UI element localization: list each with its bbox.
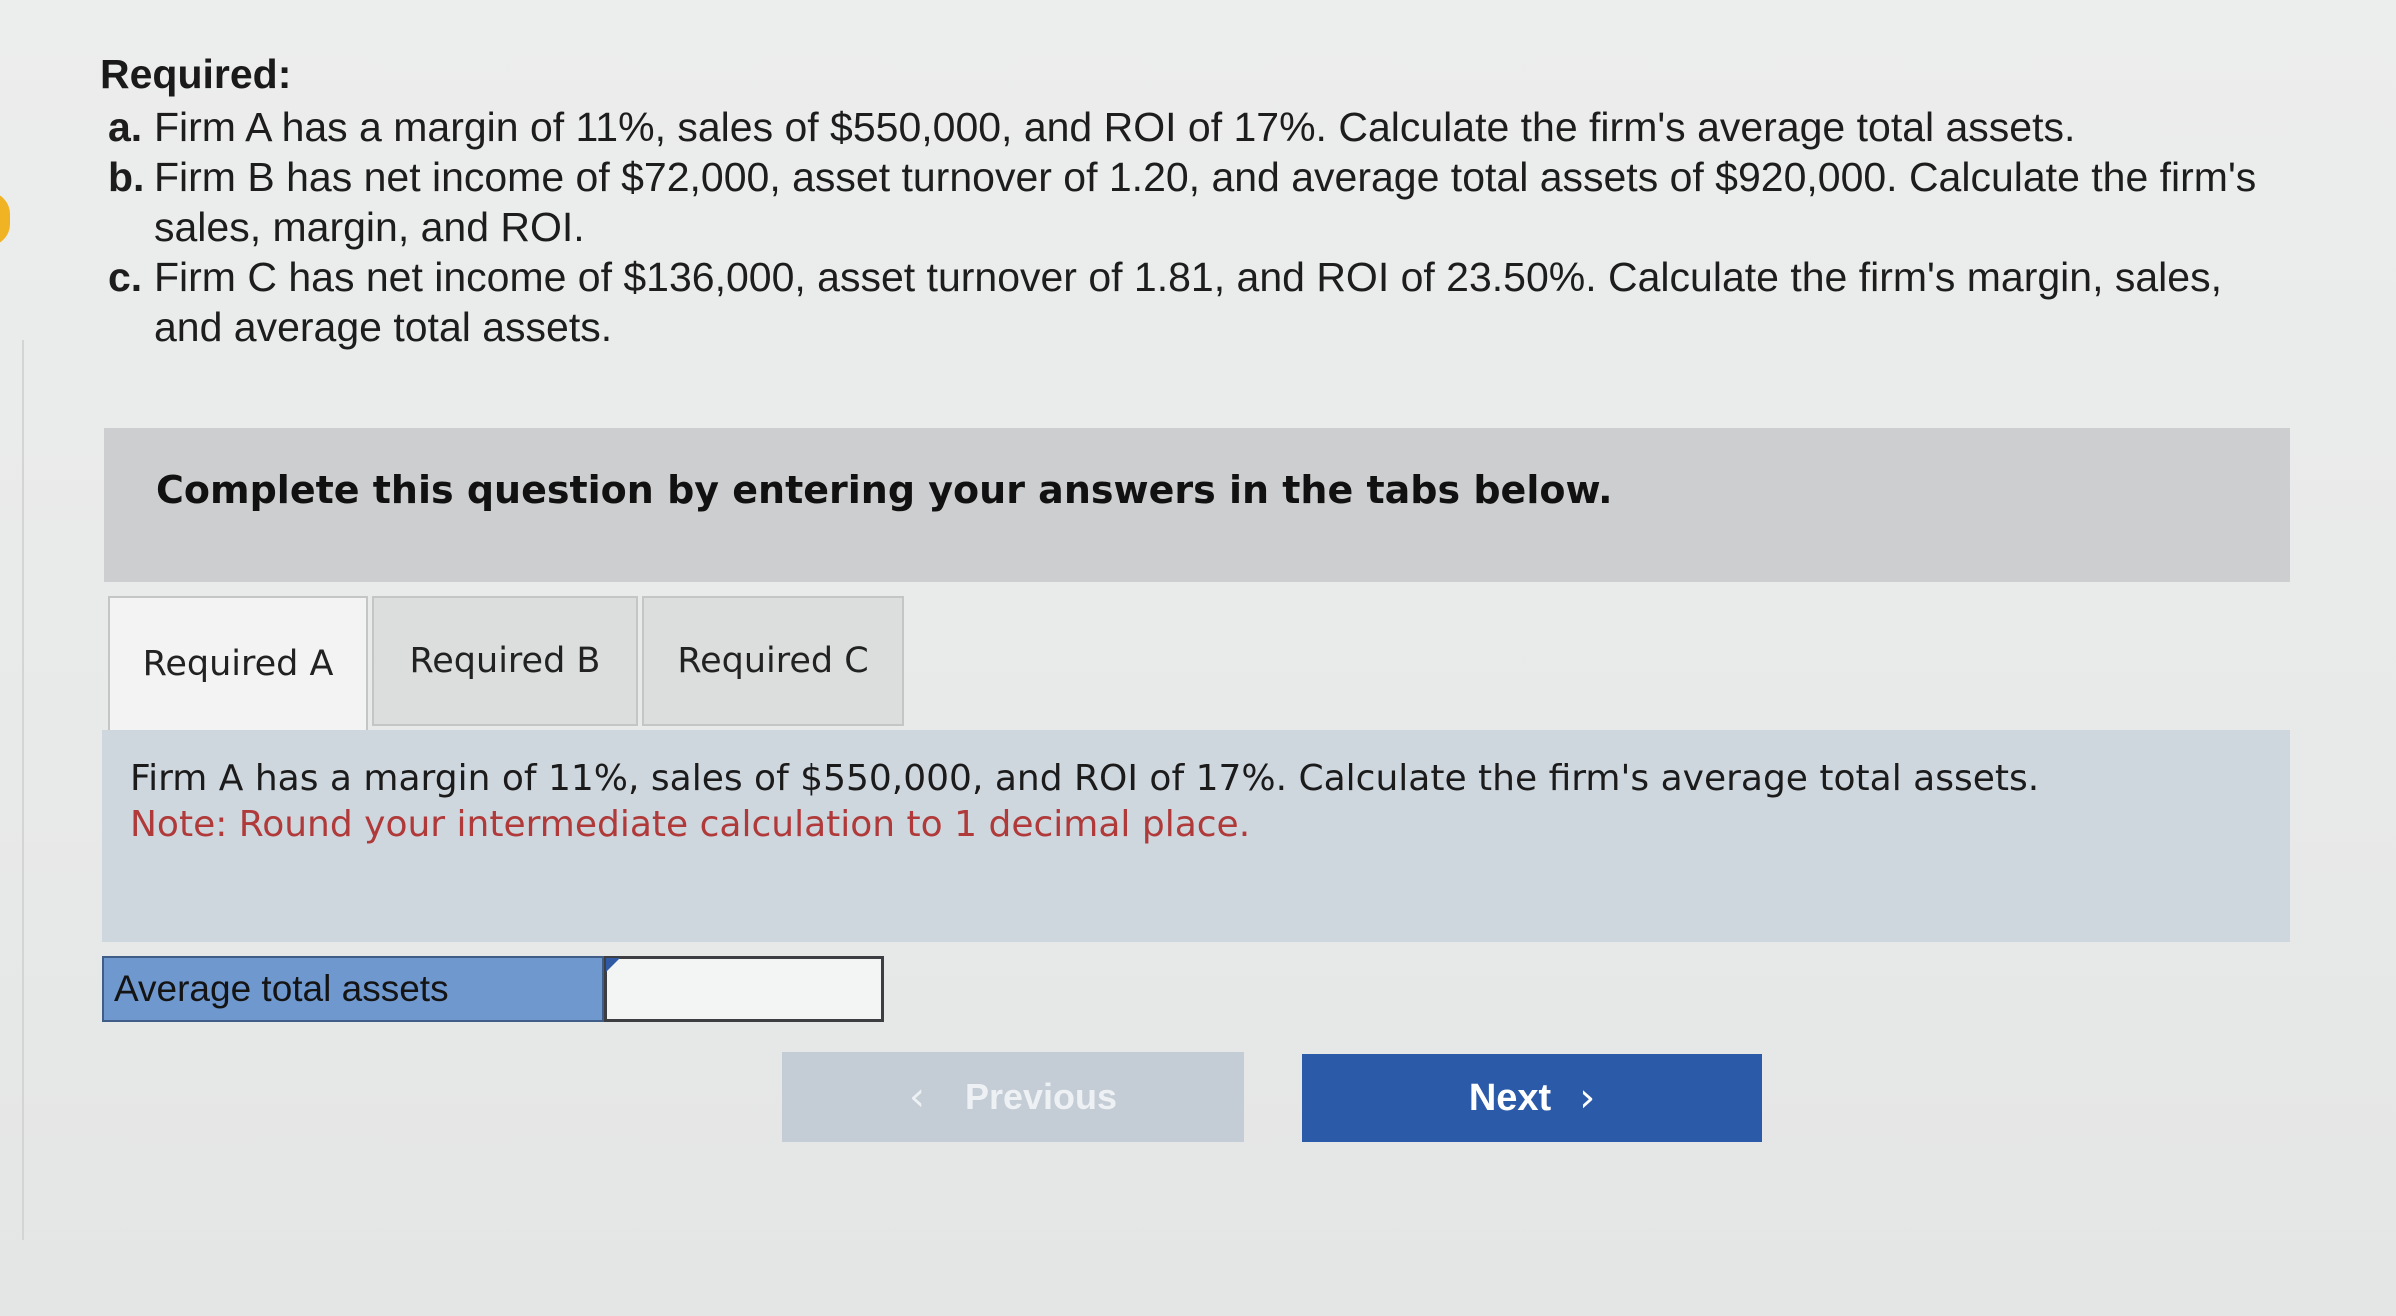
required-item-letter: b.: [108, 154, 145, 200]
required-item-c: c. Firm C has net income of $136,000, as…: [100, 252, 2260, 352]
answer-label: Average total assets: [102, 956, 604, 1022]
page: Required: a. Firm A has a margin of 11%,…: [0, 0, 2396, 1316]
required-item-text: Firm B has net income of $72,000, asset …: [154, 154, 2257, 250]
rounding-note: Note: Round your intermediate calculatio…: [130, 804, 1251, 845]
tab-required-b[interactable]: Required B: [372, 596, 638, 726]
required-item-a: a. Firm A has a margin of 11%, sales of …: [100, 102, 2260, 152]
next-label: Next: [1468, 1076, 1552, 1119]
required-item-text: Firm C has net income of $136,000, asset…: [154, 254, 2222, 350]
instruction-banner: Complete this question by entering your …: [104, 428, 2290, 582]
next-button[interactable]: Next ›: [1302, 1054, 1762, 1142]
required-item-letter: c.: [108, 254, 143, 300]
previous-label: Previous: [964, 1076, 1118, 1117]
instruction-text: Complete this question by entering your …: [156, 468, 1613, 512]
question-marker: [0, 192, 10, 246]
required-list: a. Firm A has a margin of 11%, sales of …: [100, 102, 2260, 352]
chevron-left-icon: ‹: [908, 1074, 925, 1120]
required-section: Required: a. Firm A has a margin of 11%,…: [100, 50, 2260, 352]
average-total-assets-input[interactable]: [604, 956, 884, 1022]
previous-button: ‹ Previous: [782, 1052, 1244, 1142]
required-item-text: Firm A has a margin of 11%, sales of $55…: [154, 104, 2076, 150]
required-title: Required:: [100, 51, 292, 97]
tab-required-c[interactable]: Required C: [642, 596, 904, 726]
required-item-b: b. Firm B has net income of $72,000, ass…: [100, 152, 2260, 252]
tab-bar: Required A Required B Required C: [108, 596, 904, 730]
answer-input-wrap: [604, 956, 884, 1022]
question-text: Firm A has a margin of 11%, sales of $55…: [130, 758, 2040, 799]
left-edge-divider: [0, 340, 24, 1240]
required-item-letter: a.: [108, 104, 143, 150]
chevron-right-icon: ›: [1579, 1075, 1596, 1121]
question-panel: Firm A has a margin of 11%, sales of $55…: [102, 730, 2290, 942]
tab-required-a[interactable]: Required A: [108, 596, 368, 730]
answer-row: Average total assets: [102, 956, 884, 1022]
